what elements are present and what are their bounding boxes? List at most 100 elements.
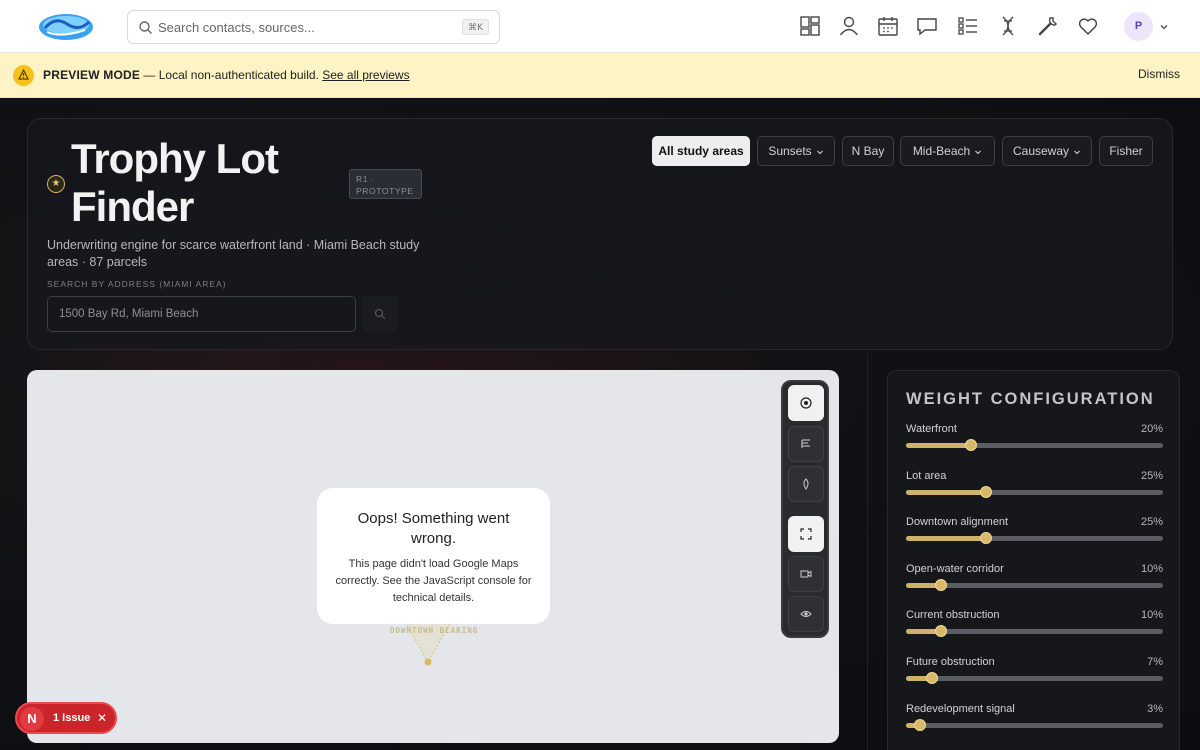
calendar-icon[interactable] bbox=[876, 14, 900, 38]
heart-icon[interactable] bbox=[1076, 14, 1100, 38]
chevron-down-icon bbox=[816, 150, 823, 155]
fullscreen-tool[interactable] bbox=[788, 516, 824, 552]
visibility-tool[interactable] bbox=[788, 596, 824, 632]
table-icon bbox=[801, 439, 810, 448]
banner-text: — Local non-authenticated build. bbox=[140, 68, 323, 82]
map-toolbar bbox=[781, 380, 829, 638]
search-input[interactable] bbox=[158, 17, 458, 37]
video-icon bbox=[800, 570, 812, 578]
page-subtitle: Underwriting engine for scarce waterfron… bbox=[47, 238, 420, 269]
map-error-body: This page didn't load Google Maps correc… bbox=[335, 558, 532, 604]
page-title: Trophy Lot Finder bbox=[71, 135, 279, 230]
close-icon[interactable]: ✕ bbox=[97, 711, 107, 725]
chat-icon[interactable] bbox=[915, 14, 939, 38]
eye-icon bbox=[800, 611, 812, 617]
issue-count: 1 Issue bbox=[53, 712, 91, 724]
app-logo[interactable] bbox=[37, 8, 95, 44]
weight-slider[interactable] bbox=[906, 532, 1163, 545]
slider-fill bbox=[906, 443, 971, 448]
weight-row: Current obstruction 10% bbox=[906, 609, 1163, 649]
map-view[interactable]: Oops! Something went wrong. This page di… bbox=[27, 370, 839, 743]
weight-row: Redevelopment signal 3% bbox=[906, 703, 1163, 743]
banner-label: PREVIEW MODE bbox=[43, 68, 141, 82]
filter-label: Fisher bbox=[1109, 144, 1143, 158]
weight-value: 3% bbox=[1147, 702, 1163, 715]
slider-thumb[interactable] bbox=[914, 718, 926, 731]
filter-label: Sunsets bbox=[768, 144, 812, 158]
panel-divider bbox=[867, 353, 868, 750]
weight-label: Current obstruction bbox=[906, 609, 1000, 622]
slider-fill bbox=[906, 536, 986, 542]
wrench-icon[interactable] bbox=[1036, 14, 1060, 38]
filter-label: N Bay bbox=[851, 144, 885, 158]
search-shortcut: ⌘K bbox=[462, 19, 489, 35]
slider-thumb[interactable] bbox=[926, 672, 938, 684]
list-icon[interactable] bbox=[956, 14, 980, 38]
weight-slider[interactable] bbox=[906, 718, 1163, 731]
pin-icon bbox=[803, 478, 809, 490]
slider-thumb[interactable] bbox=[980, 485, 992, 498]
dismiss-button[interactable]: Dismiss bbox=[1138, 67, 1180, 81]
avatar[interactable]: P bbox=[1124, 12, 1153, 41]
global-search[interactable]: ⌘K bbox=[127, 10, 500, 44]
weight-row: Waterfront 20% bbox=[906, 423, 1163, 463]
see-all-previews-link[interactable]: See all previews bbox=[322, 68, 409, 82]
address-search-input[interactable] bbox=[47, 296, 356, 332]
slider-thumb[interactable] bbox=[935, 625, 947, 638]
chevron-down-icon[interactable] bbox=[1158, 21, 1170, 33]
weight-value: 25% bbox=[1140, 516, 1163, 529]
warning-icon bbox=[13, 65, 34, 86]
layout-grid-icon[interactable] bbox=[798, 14, 822, 38]
fullscreen-icon bbox=[800, 528, 812, 540]
prototype-badge: R1 · PROTOTYPE bbox=[349, 169, 422, 199]
weight-value: 25% bbox=[1140, 469, 1163, 482]
weight-configuration-panel: WEIGHT CONFIGURATION Waterfront 20% Lot ar… bbox=[887, 370, 1180, 750]
filter-n-bay[interactable]: N Bay bbox=[842, 136, 894, 166]
weight-slider[interactable] bbox=[906, 578, 1163, 591]
filter-label: Causeway bbox=[1012, 144, 1070, 158]
weight-slider[interactable] bbox=[906, 439, 1163, 451]
weight-row: Lot area 25% bbox=[906, 470, 1163, 510]
weight-value: 20% bbox=[1140, 423, 1163, 435]
top-nav: ⌘K P bbox=[0, 0, 1200, 53]
dna-icon[interactable] bbox=[996, 14, 1020, 38]
weight-row: Future obstruction 7% bbox=[906, 656, 1163, 696]
weight-label: Open-water corridor bbox=[906, 562, 1004, 575]
map-error-title: Oops! Something went wrong. bbox=[357, 510, 510, 547]
weight-slider[interactable] bbox=[906, 485, 1163, 498]
slider-thumb[interactable] bbox=[935, 578, 947, 591]
chevron-down-icon bbox=[975, 150, 982, 155]
user-icon[interactable] bbox=[837, 14, 861, 38]
locate-tool[interactable] bbox=[788, 385, 824, 421]
slider-thumb[interactable] bbox=[965, 439, 977, 451]
slider-fill bbox=[906, 489, 986, 495]
search-icon bbox=[374, 308, 386, 320]
filter-mid-beach[interactable]: Mid-Beach bbox=[900, 136, 995, 166]
pin-tool[interactable] bbox=[788, 466, 824, 502]
issues-indicator[interactable]: N 1 Issue ✕ bbox=[15, 702, 117, 734]
weight-label: Future obstruction bbox=[906, 656, 995, 668]
filter-fisher[interactable]: Fisher bbox=[1099, 136, 1153, 166]
weight-slider[interactable] bbox=[906, 625, 1163, 638]
camera-tool[interactable] bbox=[788, 556, 824, 592]
next-logo-badge: N bbox=[20, 707, 44, 731]
slider-thumb[interactable] bbox=[980, 532, 992, 545]
filter-sunsets[interactable]: Sunsets bbox=[757, 136, 835, 166]
downtown-bearing-label: DOWNTOWN BEARING bbox=[390, 626, 479, 635]
header-card: ★ Trophy Lot Finder R1 · PROTOTYPE Under… bbox=[27, 118, 1173, 350]
weight-row: Downtown alignment 25% bbox=[906, 516, 1163, 556]
filter-all-study-areas[interactable]: All study areas bbox=[652, 136, 750, 166]
weight-slider[interactable] bbox=[906, 672, 1163, 684]
weight-label: Waterfront bbox=[906, 423, 957, 435]
filter-label: Mid-Beach bbox=[912, 144, 971, 158]
search-icon bbox=[139, 21, 152, 34]
weight-label: Redevelopment signal bbox=[906, 702, 1015, 715]
address-search-label: SEARCH BY ADDRESS (MIAMI AREA) bbox=[47, 279, 227, 289]
address-search-button[interactable] bbox=[362, 296, 398, 332]
app-main: ★ Trophy Lot Finder R1 · PROTOTYPE Under… bbox=[0, 98, 1200, 750]
chevron-down-icon bbox=[1074, 150, 1080, 155]
filter-causeway[interactable]: Causeway bbox=[1002, 136, 1092, 166]
legend-tool[interactable] bbox=[788, 426, 824, 462]
weight-row: Open-water corridor 10% bbox=[906, 563, 1163, 603]
weights-title: WEIGHT CONFIGURATION bbox=[906, 390, 1155, 408]
